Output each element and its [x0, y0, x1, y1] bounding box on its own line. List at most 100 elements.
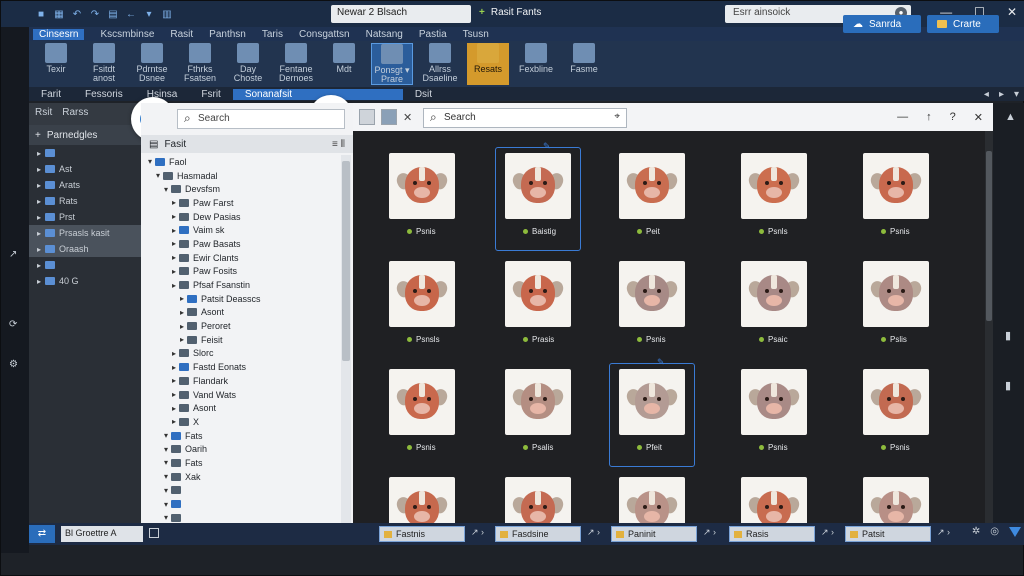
nav-item[interactable]: ▸ [29, 145, 141, 161]
expand-arrow-icon[interactable]: ▸ [177, 308, 187, 317]
expand-arrow-icon[interactable]: ▸ [169, 376, 179, 385]
settings-icon[interactable]: ✲ [972, 526, 980, 537]
expand-arrow-icon[interactable]: ▸ [177, 294, 187, 303]
dropdown-icon[interactable]: ▾ [1014, 89, 1019, 100]
ribbon-button[interactable]: Resats [467, 43, 509, 85]
close-button[interactable]: ✕ [1007, 5, 1017, 19]
tree-item[interactable]: ▸ Fastd Eonats [141, 360, 339, 374]
help-button[interactable]: ? [950, 111, 956, 124]
document-tab[interactable]: Hsinsa [135, 89, 190, 100]
tree-item[interactable]: ▾ Devsfsm [141, 182, 339, 196]
square-icon[interactable] [149, 528, 159, 538]
settings-icon[interactable]: ⚙ [9, 359, 21, 371]
nav-item[interactable]: ▸ [29, 257, 141, 273]
close-icon[interactable]: ✕ [403, 111, 412, 124]
document-tab[interactable]: Dsit [403, 89, 444, 100]
expand-arrow-icon[interactable]: ▸ [37, 181, 41, 190]
menu-item[interactable]: Natsang [366, 29, 403, 40]
expand-arrow-icon[interactable]: ▾ [161, 431, 171, 440]
nav-item[interactable]: ▸ Arats [29, 177, 141, 193]
nav-item[interactable]: ▸ Rats [29, 193, 141, 209]
ribbon-button[interactable]: Fasme [563, 43, 605, 85]
thumbnail[interactable] [619, 369, 685, 435]
search-button[interactable]: ☁ Sanrda [843, 15, 921, 33]
nav-arrows-icon[interactable]: ↗ › [587, 527, 600, 538]
status-chip[interactable]: Paninit [611, 526, 697, 542]
nav-arrows-icon[interactable]: ↗ › [937, 527, 950, 538]
back-icon[interactable]: ← [125, 8, 137, 20]
chevron-down-icon[interactable]: ▾ [143, 8, 155, 20]
menu-item[interactable]: Panthsn [209, 29, 246, 40]
tree-item[interactable]: ▸ Patsit Deasscs [141, 292, 339, 306]
tree-item[interactable]: ▸ Paw Fosits [141, 265, 339, 279]
menu-item[interactable]: Tsusn [463, 29, 489, 40]
tree-item[interactable]: ▸ Asont [141, 401, 339, 415]
nav-header-item[interactable]: Rarss [62, 107, 88, 121]
nav-item[interactable]: ▸ Prst [29, 209, 141, 225]
view-grid-button[interactable] [381, 109, 397, 125]
ribbon-button[interactable]: Allrss Dsaeline [419, 43, 461, 85]
status-crumb[interactable]: Bl Groettre A [61, 526, 143, 542]
document-tab[interactable]: Farit [29, 89, 73, 100]
add-icon[interactable]: + [35, 130, 41, 141]
thumbnail[interactable] [619, 261, 685, 327]
thumbnail[interactable] [505, 369, 571, 435]
pane-icon[interactable]: ▮ [1005, 329, 1011, 342]
create-button[interactable]: Crarte [927, 15, 999, 33]
thumbnail[interactable] [863, 153, 929, 219]
scroll-thumb[interactable] [986, 151, 992, 321]
nav-item[interactable]: ▸ Ast [29, 161, 141, 177]
nav-arrows-icon[interactable]: ↗ › [703, 527, 716, 538]
status-chip[interactable]: Rasis [729, 526, 815, 542]
thumbnail[interactable] [863, 369, 929, 435]
expand-arrow-icon[interactable]: ▸ [169, 349, 179, 358]
expand-arrow-icon[interactable]: ▸ [37, 213, 41, 222]
expand-arrow-icon[interactable]: ▸ [37, 229, 41, 238]
redo-icon[interactable]: ↷ [89, 8, 101, 20]
expand-arrow-icon[interactable]: ▸ [169, 363, 179, 372]
expand-arrow-icon[interactable]: ▾ [161, 472, 171, 481]
tree-item[interactable]: ▸ Dew Pasias [141, 210, 339, 224]
document-tab[interactable]: Newar 2 Blsach [331, 5, 471, 23]
ribbon-button[interactable]: Texir [35, 43, 77, 85]
tree-item[interactable]: ▾ Fats [141, 456, 339, 470]
navigation-title[interactable]: + Parnedgles [29, 125, 141, 145]
menu-item[interactable]: Rasit [170, 29, 193, 40]
chevron-right-icon[interactable]: ▸ [999, 89, 1004, 100]
ribbon-button[interactable]: Mdt [323, 43, 365, 85]
menu-item[interactable]: Pastia [419, 29, 447, 40]
expand-arrow-icon[interactable]: ▸ [169, 267, 179, 276]
expand-arrow-icon[interactable]: ▸ [37, 245, 41, 254]
grid-icon[interactable]: ▦ [53, 8, 65, 20]
plus-icon[interactable]: + [479, 7, 485, 18]
expand-arrow-icon[interactable]: ▾ [153, 171, 163, 180]
tree-item[interactable]: ▸ Vand Wats [141, 388, 339, 402]
tree-item[interactable]: ▸ Paw Farst [141, 196, 339, 210]
ribbon-button[interactable]: Fsitdt anost [83, 43, 125, 85]
undo-icon[interactable]: ↶ [71, 8, 83, 20]
tree-item[interactable]: ▸ Slorc [141, 347, 339, 361]
ribbon-button[interactable]: Fexbline [515, 43, 557, 85]
expand-arrow-icon[interactable]: ▸ [37, 149, 41, 158]
expand-arrow-icon[interactable]: ▾ [161, 445, 171, 454]
folder-icon[interactable]: ▤ [107, 8, 119, 20]
tree-item[interactable]: ▾ [141, 497, 339, 511]
expand-arrow-icon[interactable]: ▸ [169, 198, 179, 207]
thumbnail[interactable] [741, 261, 807, 327]
navigate-button[interactable]: ⇄ [29, 525, 55, 543]
thumbnail[interactable] [389, 261, 455, 327]
collapse-icon[interactable]: ▲ [1005, 111, 1016, 123]
tree-item[interactable]: ▸ X [141, 415, 339, 429]
thumbnail[interactable] [505, 153, 571, 219]
expand-arrow-icon[interactable]: ▸ [177, 335, 187, 344]
thumbnail[interactable] [389, 369, 455, 435]
tree-search-input[interactable]: Search [177, 109, 345, 129]
pane-icon[interactable]: ▮ [1005, 379, 1011, 392]
layout-icon[interactable]: ▥ [161, 8, 173, 20]
expand-arrow-icon[interactable]: ▸ [169, 239, 179, 248]
arrow-icon[interactable]: ↗ [9, 249, 21, 261]
expand-arrow-icon[interactable]: ▾ [161, 500, 171, 509]
ribbon-button[interactable]: Day Choste [227, 43, 269, 85]
thumbnail[interactable] [619, 153, 685, 219]
expand-arrow-icon[interactable]: ▸ [37, 261, 41, 270]
